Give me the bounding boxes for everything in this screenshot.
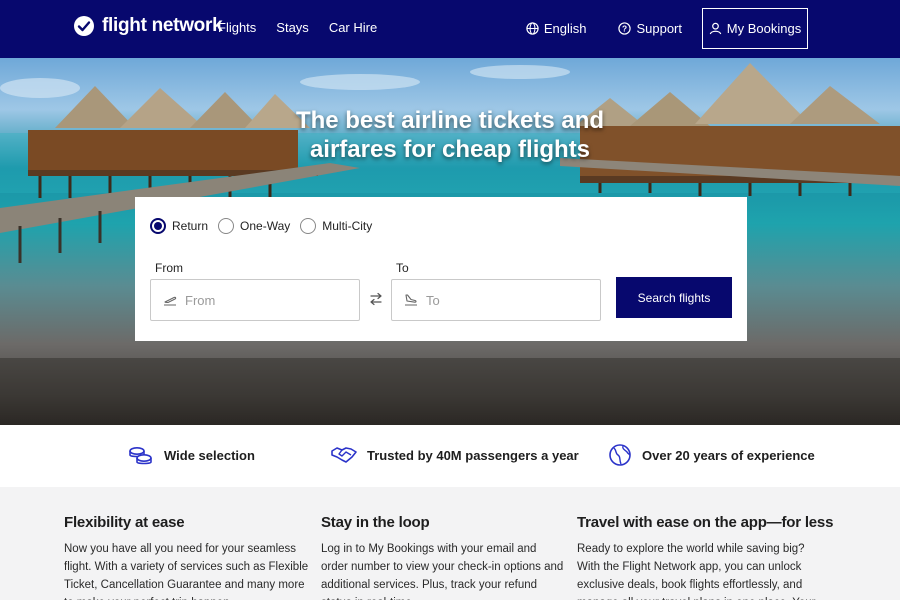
info-card-title: Flexibility at ease bbox=[64, 514, 185, 531]
handshake-icon bbox=[331, 447, 357, 463]
help-icon: ? bbox=[618, 22, 632, 35]
svg-text:?: ? bbox=[622, 23, 627, 33]
main-nav: Flights Stays Car Hire bbox=[218, 20, 377, 35]
info-card-stay-in-loop: Stay in the loop Log in to My Bookings w… bbox=[321, 514, 566, 600]
trip-type-label: Multi-City bbox=[322, 219, 373, 233]
top-nav-bar: flight network Flights Stays Car Hire En… bbox=[0, 0, 900, 58]
nav-link-car-hire[interactable]: Car Hire bbox=[329, 20, 377, 35]
support-label: Support bbox=[636, 21, 682, 36]
brand-logo[interactable]: flight network bbox=[74, 15, 223, 37]
info-card-body: Ready to explore the world while saving … bbox=[577, 543, 815, 600]
feature-text: Over 20 years of experience bbox=[642, 447, 815, 463]
to-input[interactable] bbox=[426, 292, 576, 308]
swap-arrows-icon bbox=[370, 292, 382, 306]
from-field[interactable] bbox=[150, 279, 360, 321]
globe-icon bbox=[526, 22, 539, 35]
info-card-title: Travel with ease on the app—for less bbox=[577, 514, 834, 531]
info-card-title: Stay in the loop bbox=[321, 514, 430, 531]
feature-wide-selection: Wide selection bbox=[128, 443, 255, 467]
nav-utilities: English ? Support My Bookings bbox=[526, 8, 808, 49]
trip-type-multi-city[interactable]: Multi-City bbox=[300, 218, 372, 234]
checkmark-logo-icon bbox=[74, 16, 94, 36]
trip-type-return[interactable]: Return bbox=[150, 218, 208, 234]
coins-icon bbox=[129, 447, 152, 465]
feature-trusted: Trusted by 40M passengers a year bbox=[331, 443, 579, 467]
info-section: Flexibility at ease Now you have all you… bbox=[0, 487, 900, 600]
trip-type-label: One-Way bbox=[240, 219, 291, 233]
my-bookings-label: My Bookings bbox=[726, 21, 802, 36]
hero-title: The best airline tickets and airfares fo… bbox=[295, 107, 605, 163]
to-field[interactable] bbox=[391, 279, 601, 321]
my-bookings-button[interactable]: My Bookings bbox=[702, 8, 808, 49]
info-card-flexibility: Flexibility at ease Now you have all you… bbox=[64, 514, 309, 600]
radio-empty-icon bbox=[218, 218, 235, 234]
trip-type-selector: Return One-Way Multi-City bbox=[150, 218, 372, 234]
feature-experience: Over 20 years of experience bbox=[608, 443, 815, 467]
flight-search-form: Return One-Way Multi-City From To Search… bbox=[135, 197, 747, 341]
features-strip: Wide selection Trusted by 40M passengers… bbox=[0, 425, 900, 487]
trip-type-label: Return bbox=[172, 219, 209, 233]
nav-link-flights[interactable]: Flights bbox=[218, 20, 256, 35]
feature-text: Trusted by 40M passengers a year bbox=[367, 447, 579, 463]
from-input[interactable] bbox=[185, 292, 335, 308]
to-label: To bbox=[396, 261, 409, 275]
info-card-body: Log in to My Bookings with your email an… bbox=[321, 543, 564, 600]
nav-link-stays[interactable]: Stays bbox=[276, 20, 309, 35]
info-card-app: Travel with ease on the app—for less Rea… bbox=[577, 514, 834, 600]
globe-icon bbox=[609, 444, 631, 466]
trip-type-one-way[interactable]: One-Way bbox=[218, 218, 290, 234]
plane-takeoff-icon bbox=[164, 296, 177, 306]
swap-airports-button[interactable] bbox=[367, 290, 385, 308]
hero-banner: The best airline tickets and airfares fo… bbox=[0, 58, 900, 425]
search-flights-button[interactable]: Search flights bbox=[616, 277, 732, 318]
radio-selected-icon bbox=[150, 218, 166, 234]
brand-name: flight network bbox=[102, 15, 223, 36]
language-selector[interactable]: English bbox=[526, 21, 587, 36]
user-icon bbox=[709, 22, 721, 35]
support-link[interactable]: ? Support bbox=[618, 21, 682, 36]
plane-landing-icon bbox=[405, 294, 417, 306]
feature-text: Wide selection bbox=[164, 447, 255, 463]
language-label: English bbox=[543, 21, 587, 36]
info-card-body: Now you have all you need for your seaml… bbox=[64, 543, 309, 600]
from-label: From bbox=[155, 261, 183, 275]
radio-empty-icon bbox=[300, 218, 317, 234]
